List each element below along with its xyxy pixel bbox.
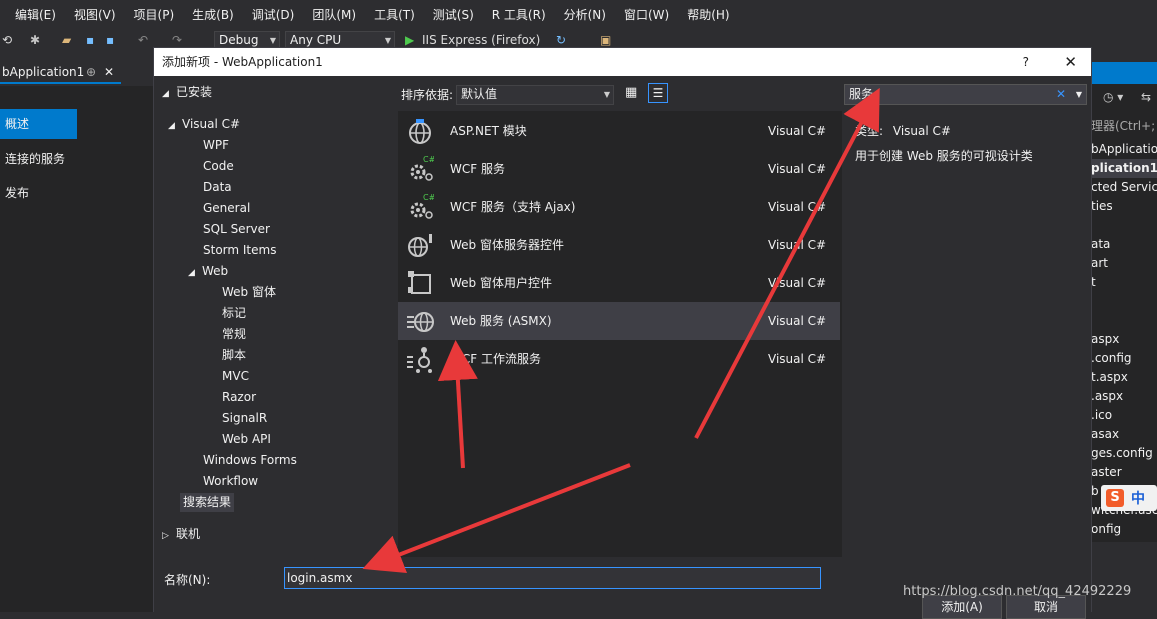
arrow-to-template <box>437 340 478 469</box>
arrow-to-name <box>362 463 631 574</box>
annotation-arrows <box>362 87 880 574</box>
arrow-to-search <box>694 87 880 439</box>
watermark: https://blog.csdn.net/qq_42492229 <box>903 584 1132 599</box>
